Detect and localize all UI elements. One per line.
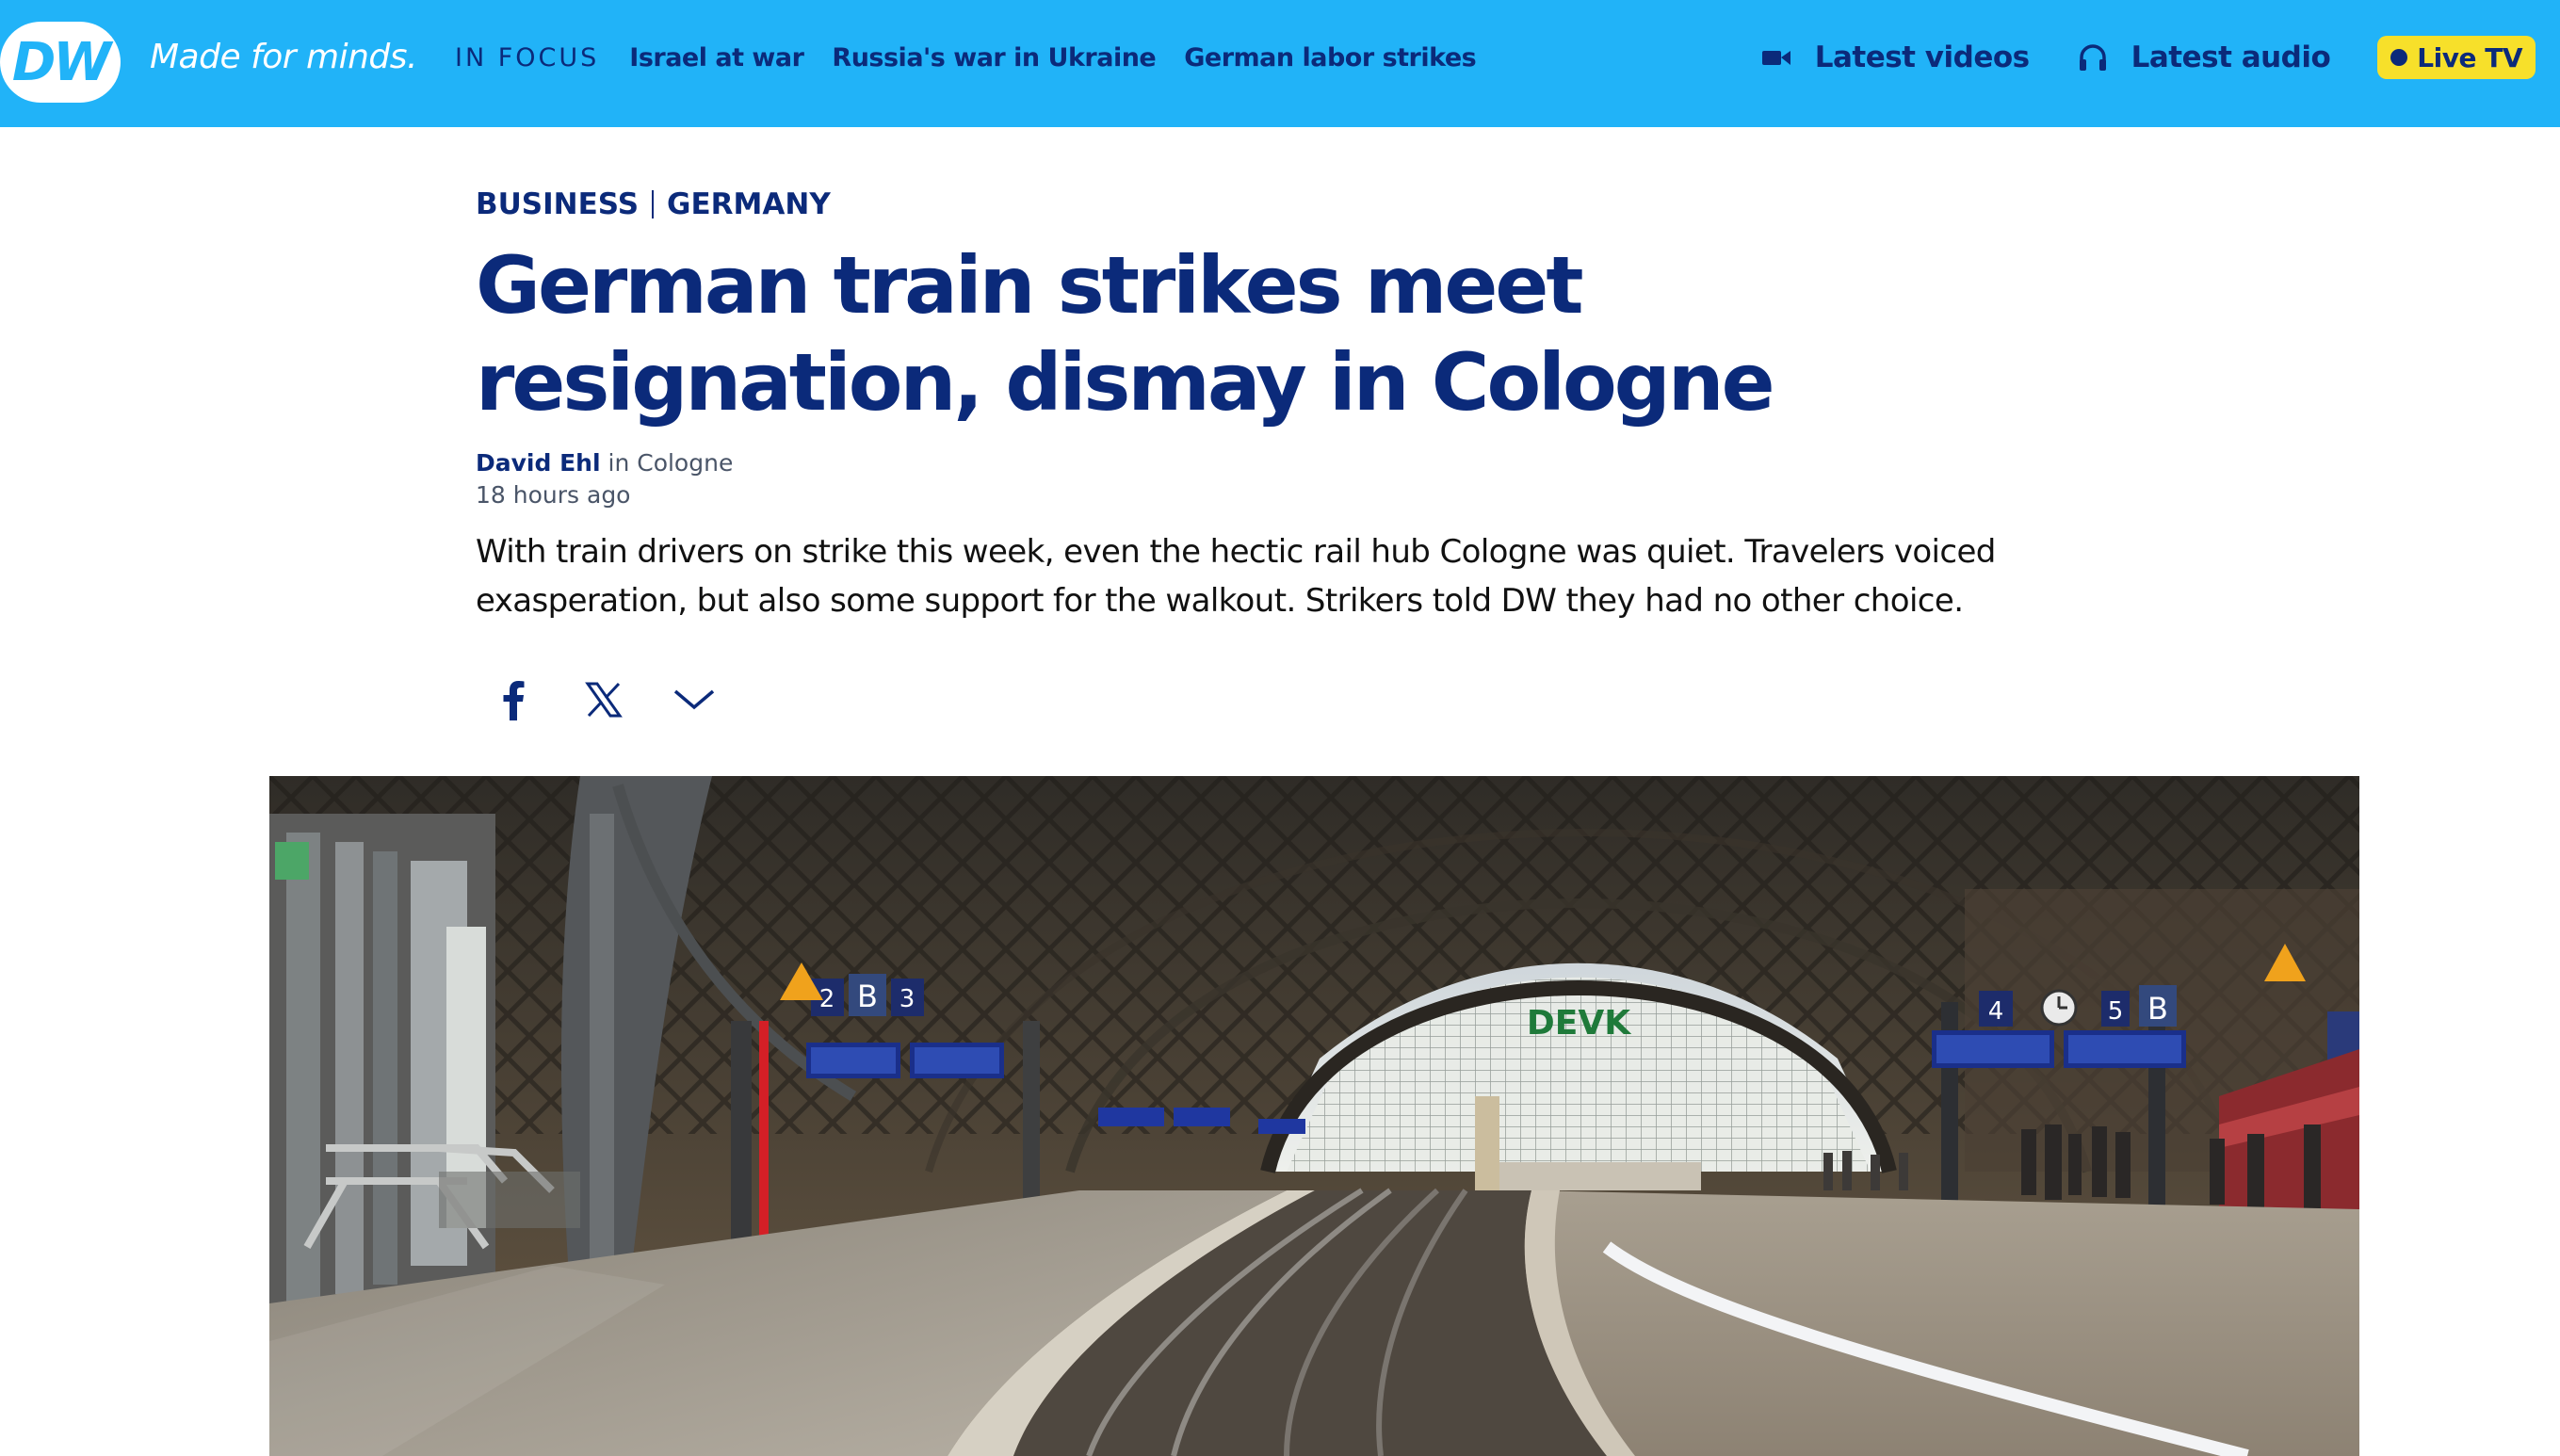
article-teaser: With train drivers on strike this week, … — [476, 533, 1996, 620]
svg-text:B: B — [2147, 991, 2168, 1027]
latest-videos-label: Latest videos — [1814, 40, 2030, 74]
in-focus-nav: IN FOCUS Israel at war Russia's war in U… — [455, 43, 1504, 73]
live-tv-label: Live TV — [2417, 41, 2522, 73]
video-camera-icon — [1761, 51, 1790, 65]
svg-text:B: B — [857, 979, 878, 1014]
latest-videos-link[interactable]: Latest videos — [1760, 40, 2030, 74]
author-link[interactable]: David Ehl — [476, 449, 601, 477]
chevron-down-icon — [673, 689, 715, 710]
category-germany[interactable]: GERMANY — [667, 187, 831, 221]
svg-text:4: 4 — [1988, 997, 2004, 1026]
share-more-button[interactable] — [671, 676, 718, 723]
category-divider — [652, 190, 655, 218]
category-business[interactable]: BUSINESS — [476, 187, 639, 221]
facebook-icon — [503, 681, 525, 720]
in-focus-label: IN FOCUS — [455, 43, 600, 73]
dw-logo[interactable]: DW — [0, 22, 121, 103]
headphones-icon — [2079, 44, 2106, 71]
svg-text:3: 3 — [899, 985, 915, 1013]
station-illustration: DEVK 2 B 3 4 5 B — [269, 776, 2359, 1456]
top-navigation-bar: DW Made for minds. IN FOCUS Israel at wa… — [0, 0, 2560, 127]
nav-link-israel-at-war[interactable]: Israel at war — [629, 43, 804, 73]
devk-sign: DEVK — [1527, 1004, 1631, 1043]
logo-text: DW — [11, 31, 111, 93]
nav-link-russia-ukraine[interactable]: Russia's war in Ukraine — [832, 43, 1156, 73]
hero-image-cologne-station: DEVK 2 B 3 4 5 B — [269, 776, 2359, 1456]
article-categories: BUSINESS GERMANY — [476, 187, 831, 221]
share-facebook-button[interactable] — [490, 676, 537, 723]
author-location: in Cologne — [608, 449, 734, 477]
live-tv-button[interactable]: Live TV — [2377, 36, 2536, 79]
article-headline: German train strikes meet resignation, d… — [476, 239, 1775, 429]
share-bar — [490, 676, 761, 723]
tagline: Made for minds. — [150, 38, 417, 76]
media-nav: Latest videos Latest audio Live TV — [1760, 36, 2536, 79]
latest-audio-label: Latest audio — [2131, 40, 2331, 74]
latest-audio-link[interactable]: Latest audio — [2077, 40, 2331, 74]
byline: David Ehl in Cologne — [476, 449, 733, 477]
share-x-button[interactable] — [580, 676, 627, 723]
nav-link-german-labor-strikes[interactable]: German labor strikes — [1184, 43, 1477, 73]
x-icon — [585, 682, 623, 718]
publish-time: 18 hours ago — [476, 481, 631, 509]
live-dot-icon — [2390, 49, 2408, 66]
svg-text:5: 5 — [2108, 997, 2124, 1026]
